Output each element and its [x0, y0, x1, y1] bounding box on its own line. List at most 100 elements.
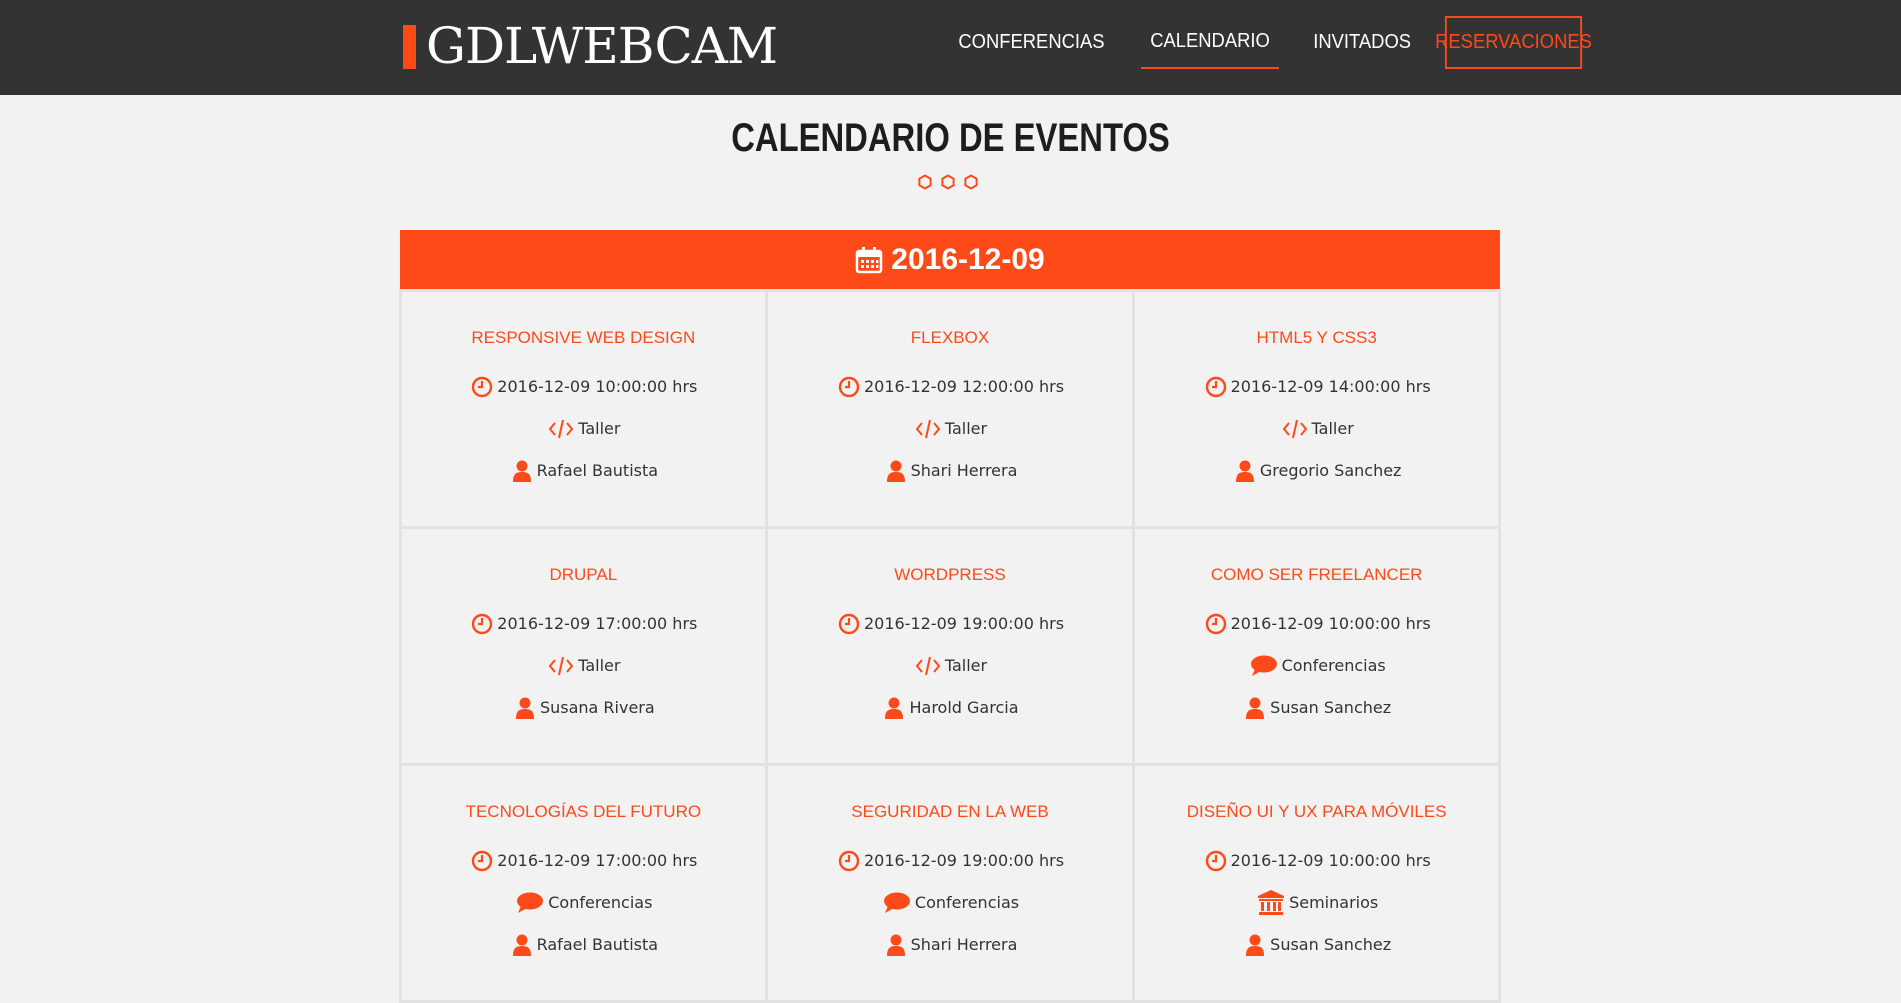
event-datetime: 2016-12-09 17:00:00 hrs: [497, 851, 698, 870]
clock-icon: [836, 375, 862, 399]
event-card: Responsive Web Design 2016-12-09 10:00:00…: [398, 288, 769, 529]
event-speaker: Shari Herrera: [910, 935, 1018, 954]
event-category-row: Taller: [913, 408, 987, 450]
event-category: Taller: [1311, 419, 1354, 438]
hexagon-icon: [918, 174, 932, 190]
event-datetime-row: 2016-12-09 12:00:00 hrs: [836, 366, 1064, 408]
main-nav: Conferencias Calendario Invitados Reserv…: [942, 16, 1592, 69]
event-title[interactable]: HTML5 y CSS3: [1257, 328, 1377, 348]
event-title[interactable]: WordPress: [894, 565, 1005, 585]
nav-button-reservaciones[interactable]: Reservaciones: [1435, 16, 1592, 69]
date-label: 2016-12-09: [891, 243, 1045, 276]
event-card: Como ser freelancer 2016-12-09 10:00:00 h…: [1131, 525, 1502, 766]
page-title: Calendario de Eventos: [171, 116, 1730, 161]
event-datetime: 2016-12-09 12:00:00 hrs: [863, 377, 1065, 396]
event-speaker: Rafael Bautista: [536, 935, 659, 954]
event-grid: Responsive Web Design 2016-12-09 10:00:00…: [398, 288, 1502, 1003]
event-title[interactable]: Diseño UI y UX para móviles: [1187, 802, 1447, 822]
clock-icon: [1203, 849, 1229, 873]
event-speaker-row: Susan Sanchez: [1242, 924, 1391, 966]
event-category: Taller: [944, 656, 988, 675]
event-datetime: 2016-12-09 17:00:00 hrs: [497, 614, 698, 633]
event-speaker: Shari Herrera: [910, 461, 1018, 480]
user-icon: [509, 459, 535, 483]
event-card: Diseño UI y UX para móviles 2016-12-09 10…: [1131, 762, 1502, 1003]
code-icon: [913, 654, 943, 678]
clock-icon: [836, 849, 862, 873]
event-speaker-row: Rafael Bautista: [509, 450, 658, 492]
logo[interactable]: GDLWEBCAM: [403, 17, 778, 75]
event-category-row: Taller: [913, 645, 987, 687]
event-datetime: 2016-12-09 19:00:00 hrs: [863, 851, 1065, 870]
event-title[interactable]: Tecnologías del Futuro: [466, 802, 702, 822]
event-category: Taller: [944, 419, 988, 438]
clock-icon: [469, 612, 495, 636]
date-header: 2016-12-09: [400, 230, 1500, 290]
event-datetime: 2016-12-09 19:00:00 hrs: [863, 614, 1065, 633]
event-speaker: Susan Sanchez: [1270, 698, 1392, 717]
event-speaker-row: Shari Herrera: [883, 924, 1018, 966]
event-card: Drupal 2016-12-09 17:00:00 hrs Taller Susan…: [398, 525, 769, 766]
event-datetime-row: 2016-12-09 19:00:00 hrs: [836, 603, 1064, 645]
event-speaker-row: Susan Sanchez: [1242, 687, 1391, 729]
event-speaker: Harold Garcia: [909, 698, 1019, 717]
event-category-row: Taller: [1280, 408, 1354, 450]
calendar-icon: [856, 247, 883, 274]
user-icon: [1242, 696, 1268, 720]
event-title[interactable]: Responsive Web Design: [471, 328, 695, 348]
event-datetime-row: 2016-12-09 14:00:00 hrs: [1203, 366, 1431, 408]
event-category: Conferencias: [914, 893, 1020, 912]
nav-link-conferencias[interactable]: Conferencias: [949, 16, 1114, 69]
site-header: GDLWEBCAM Conferencias Calendario Invita…: [0, 0, 1901, 95]
event-title[interactable]: Como ser freelancer: [1211, 565, 1423, 585]
event-speaker-row: Rafael Bautista: [509, 924, 658, 966]
event-speaker-row: Harold Garcia: [881, 687, 1019, 729]
nav-link-invitados[interactable]: Invitados: [1304, 16, 1420, 69]
clock-icon: [836, 612, 862, 636]
comment-icon: [514, 891, 546, 915]
logo-accent-bar: [403, 25, 416, 69]
event-category-row: Conferencias: [881, 882, 1019, 924]
event-datetime: 2016-12-09 10:00:00 hrs: [497, 377, 698, 396]
event-datetime-row: 2016-12-09 17:00:00 hrs: [469, 603, 697, 645]
event-title[interactable]: Seguridad en la Web: [851, 802, 1048, 822]
clock-icon: [469, 849, 495, 873]
code-icon: [546, 654, 576, 678]
clock-icon: [469, 375, 495, 399]
user-icon: [881, 696, 907, 720]
code-icon: [546, 417, 576, 441]
event-datetime-row: 2016-12-09 10:00:00 hrs: [469, 366, 697, 408]
user-icon: [883, 459, 909, 483]
event-card: Tecnologías del Futuro 2016-12-09 17:00:0…: [398, 762, 769, 1003]
event-speaker: Rafael Bautista: [536, 461, 659, 480]
event-card: WordPress 2016-12-09 19:00:00 hrs Taller Ha…: [765, 525, 1135, 766]
event-category: Conferencias: [548, 893, 653, 912]
user-icon: [883, 933, 909, 957]
page-title-text: Calendario de Eventos: [731, 116, 1170, 160]
event-speaker: Susan Sanchez: [1270, 935, 1392, 954]
event-datetime-row: 2016-12-09 10:00:00 hrs: [1203, 840, 1431, 882]
title-divider: [917, 174, 986, 190]
event-card: HTML5 y CSS3 2016-12-09 14:00:00 hrs Talle…: [1131, 288, 1502, 529]
user-icon: [509, 933, 535, 957]
event-category-row: Conferencias: [1248, 645, 1386, 687]
event-category-row: Taller: [546, 645, 620, 687]
event-datetime-row: 2016-12-09 19:00:00 hrs: [836, 840, 1064, 882]
event-speaker-row: Gregorio Sanchez: [1232, 450, 1401, 492]
event-title[interactable]: Flexbox: [911, 328, 989, 348]
event-title[interactable]: Drupal: [549, 565, 617, 585]
event-datetime-row: 2016-12-09 17:00:00 hrs: [469, 840, 697, 882]
hexagon-icon: [964, 174, 978, 190]
user-icon: [512, 696, 538, 720]
event-datetime: 2016-12-09 10:00:00 hrs: [1230, 851, 1431, 870]
event-category-row: Seminarios: [1255, 882, 1378, 924]
user-icon: [1242, 933, 1268, 957]
event-speaker: Susana Rivera: [539, 698, 655, 717]
user-icon: [1232, 459, 1258, 483]
event-category: Taller: [578, 419, 621, 438]
nav-link-calendario[interactable]: Calendario: [1140, 16, 1279, 69]
logo-text: GDLWEBCAM: [426, 17, 778, 75]
event-speaker-row: Susana Rivera: [512, 687, 655, 729]
event-datetime: 2016-12-09 10:00:00 hrs: [1230, 614, 1431, 633]
event-speaker-row: Shari Herrera: [883, 450, 1018, 492]
